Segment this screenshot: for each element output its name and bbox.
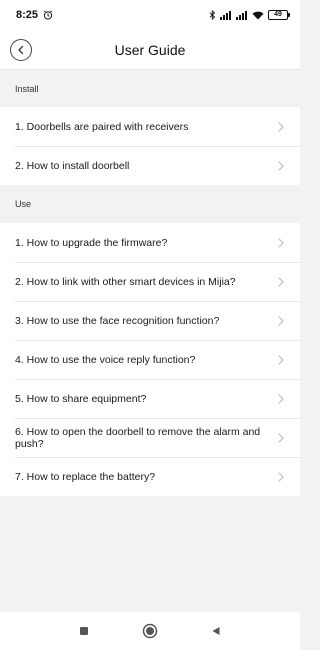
list-item-label: 1. How to upgrade the firmware? <box>15 236 168 249</box>
list-item-label: 5. How to share equipment? <box>15 392 147 405</box>
use-list: 1. How to upgrade the firmware? 2. How t… <box>0 223 300 496</box>
list-item[interactable]: 5. How to share equipment? <box>0 379 300 418</box>
list-item-label: 2. How to install doorbell <box>15 159 130 172</box>
list-item-label: 3. How to use the face recognition funct… <box>15 314 220 327</box>
chevron-left-icon <box>16 45 26 55</box>
list-item-label: 4. How to use the voice reply function? <box>15 353 196 366</box>
list-item[interactable]: 3. How to use the face recognition funct… <box>0 301 300 340</box>
list-item[interactable]: 2. How to install doorbell <box>0 146 300 185</box>
signal-icon <box>220 10 232 20</box>
battery-icon: 49 <box>268 10 290 20</box>
status-left: 8:25 <box>16 9 53 21</box>
list-item[interactable]: 4. How to use the voice reply function? <box>0 340 300 379</box>
install-list: 1. Doorbells are paired with receivers 2… <box>0 107 300 185</box>
back-triangle-icon[interactable] <box>208 623 224 639</box>
chevron-right-icon <box>276 315 286 326</box>
chevron-right-icon <box>276 160 286 171</box>
alarm-icon <box>43 10 53 20</box>
section-header-use: Use <box>15 199 32 209</box>
chevron-right-icon <box>276 276 286 287</box>
list-item-label: 7. How to replace the battery? <box>15 470 156 483</box>
chevron-right-icon <box>276 237 286 248</box>
back-button[interactable] <box>10 39 32 61</box>
list-item-label: 2. How to link with other smart devices … <box>15 275 236 288</box>
header: User Guide <box>0 30 300 70</box>
system-nav-bar <box>0 612 300 650</box>
status-time: 8:25 <box>16 9 39 21</box>
list-item[interactable]: 7. How to replace the battery? <box>0 457 300 496</box>
list-item-label: 1. Doorbells are paired with receivers <box>15 120 189 133</box>
status-bar: 8:25 49 <box>0 0 300 30</box>
page-title: User Guide <box>114 41 186 58</box>
recents-square-icon[interactable] <box>76 623 92 639</box>
chevron-right-icon <box>276 354 286 365</box>
list-item[interactable]: 6. How to open the doorbell to remove th… <box>0 418 300 457</box>
chevron-right-icon <box>276 121 286 132</box>
list-item[interactable]: 1. Doorbells are paired with receivers <box>0 107 300 146</box>
bluetooth-icon <box>209 10 216 20</box>
list-item[interactable]: 2. How to link with other smart devices … <box>0 262 300 301</box>
chevron-right-icon <box>276 432 286 443</box>
list-item[interactable]: 1. How to upgrade the firmware? <box>0 223 300 262</box>
list-item-label: 6. How to open the doorbell to remove th… <box>15 425 261 450</box>
signal-icon <box>236 10 248 20</box>
chevron-right-icon <box>276 393 286 404</box>
status-right: 49 <box>209 10 290 20</box>
wifi-icon <box>252 11 264 20</box>
section-header-install: Install <box>15 84 39 94</box>
chevron-right-icon <box>276 471 286 482</box>
home-circle-icon[interactable] <box>142 623 158 639</box>
